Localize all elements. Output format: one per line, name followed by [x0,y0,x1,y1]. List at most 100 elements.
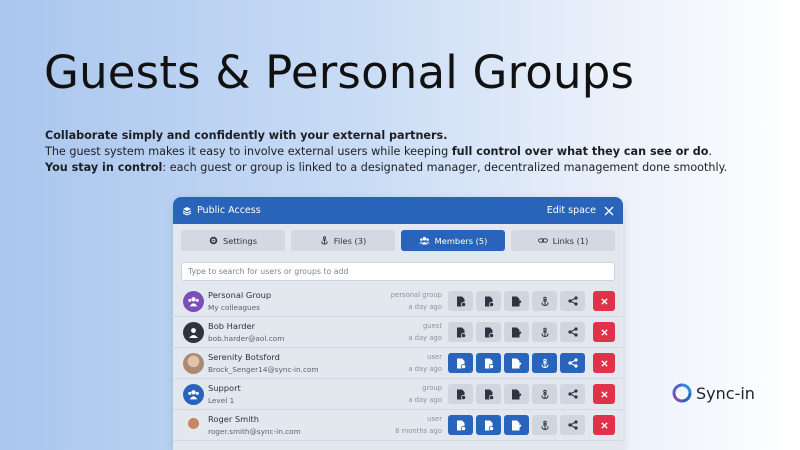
panel-title-text: Public Access [197,205,261,216]
edit-space: Edit space [547,205,614,216]
file-upload-icon [456,358,466,369]
perm-upload-button[interactable] [448,415,473,435]
remove-member-button[interactable] [593,415,615,435]
file-edit-icon [484,389,494,400]
intro-line-1: Collaborate simply and confidently with … [45,128,785,144]
member-row: Roger Smith roger.smith@sync-in.com user… [173,410,623,441]
perm-share-outside-button[interactable] [560,322,585,342]
intro-line-3: You stay in control: each guest or group… [45,160,785,176]
remove-member-button[interactable] [593,291,615,311]
tab-files[interactable]: Files (3) [291,230,395,251]
remove-member-button[interactable] [593,384,615,404]
member-type: user [427,353,442,361]
member-name: Support [208,383,241,393]
perm-share-outside-button[interactable] [560,291,585,311]
perm-share-outside-button[interactable] [560,415,585,435]
share-icon [567,358,578,368]
remove-member-button[interactable] [593,322,615,342]
share-icon [567,389,578,399]
tab-links[interactable]: Links (1) [511,230,615,251]
file-edit-icon [484,358,494,369]
tab-bar: Settings Files (3) Members (5) Links (1) [173,224,623,257]
close-icon [600,359,608,367]
perm-delete-button[interactable] [504,353,529,373]
perm-modify-button[interactable] [476,415,501,435]
panel-header: Public Access Edit space [173,197,623,224]
member-meta: user a day ago [362,353,442,373]
file-pen-icon [512,389,522,399]
perm-delete-button[interactable] [504,415,529,435]
intro-text: Collaborate simply and confidently with … [45,128,785,176]
users-icon [188,296,199,306]
member-meta: user 8 months ago [362,415,442,435]
member-added-time: 8 months ago [395,427,442,435]
remove-member-button[interactable] [593,353,615,373]
member-search-input[interactable]: Type to search for users or groups to ad… [181,262,615,281]
member-row: Bob Harder bob.harder@aol.com guest a da… [173,317,623,348]
anchor-icon [541,420,548,430]
tab-links-label: Links (1) [552,235,589,246]
member-name: Bob Harder [208,321,256,331]
perm-share-inside-button[interactable] [532,353,557,373]
member-meta: guest a day ago [362,322,442,342]
member-added-time: a day ago [408,396,442,404]
member-name: Roger Smith [208,414,260,424]
permission-buttons [448,291,585,311]
perm-delete-button[interactable] [504,291,529,311]
file-pen-icon [512,327,522,337]
intro-line-2-end: . [708,145,713,158]
perm-delete-button[interactable] [504,384,529,404]
intro-line-2-emphasis: full control over what they can see or d… [451,145,709,158]
member-row: Personal Group My colleagues personal gr… [173,286,623,317]
page-headline: Guests & Personal Groups [44,46,635,99]
perm-share-inside-button[interactable] [532,384,557,404]
perm-modify-button[interactable] [476,353,501,373]
group-avatar [183,290,204,312]
users-icon [188,389,199,399]
member-name: Personal Group [208,290,272,300]
share-icon [567,296,578,306]
permission-buttons [448,353,585,373]
file-upload-icon [456,420,466,431]
member-type: user [427,415,442,423]
perm-share-inside-button[interactable] [532,291,557,311]
photo-avatar [183,414,204,436]
file-edit-icon [484,420,494,431]
member-detail: My colleagues [208,303,260,312]
member-row: Serenity Botsford Brock_Senger14@sync-in… [173,348,623,379]
file-upload-icon [456,296,466,307]
member-added-time: a day ago [408,365,442,373]
intro-line-2: The guest system makes it easy to involv… [45,144,785,160]
perm-upload-button[interactable] [448,353,473,373]
tab-settings-label: Settings [222,235,258,246]
member-info: Support Level 1 [208,383,362,405]
intro-line-2-text: The guest system makes it easy to involv… [45,145,452,158]
sync-in-logo: Sync-in [672,383,755,403]
anchor-icon [321,236,328,245]
perm-delete-button[interactable] [504,322,529,342]
close-icon[interactable] [604,206,614,216]
member-info: Personal Group My colleagues [208,290,362,312]
perm-upload-button[interactable] [448,322,473,342]
member-type: guest [422,322,442,330]
file-edit-icon [484,296,494,307]
perm-share-inside-button[interactable] [532,415,557,435]
perm-modify-button[interactable] [476,291,501,311]
edit-space-button[interactable]: Edit space [547,205,596,216]
layers-icon [182,206,192,216]
perm-modify-button[interactable] [476,322,501,342]
link-icon [537,238,548,243]
gear-icon [209,236,218,245]
anchor-icon [541,389,548,399]
perm-share-outside-button[interactable] [560,353,585,373]
perm-upload-button[interactable] [448,291,473,311]
tab-settings[interactable]: Settings [181,230,285,251]
file-pen-icon [512,358,522,368]
perm-share-outside-button[interactable] [560,384,585,404]
perm-modify-button[interactable] [476,384,501,404]
user-avatar [183,321,204,343]
group-avatar [183,383,204,405]
tab-members[interactable]: Members (5) [401,230,505,251]
perm-upload-button[interactable] [448,384,473,404]
perm-share-inside-button[interactable] [532,322,557,342]
